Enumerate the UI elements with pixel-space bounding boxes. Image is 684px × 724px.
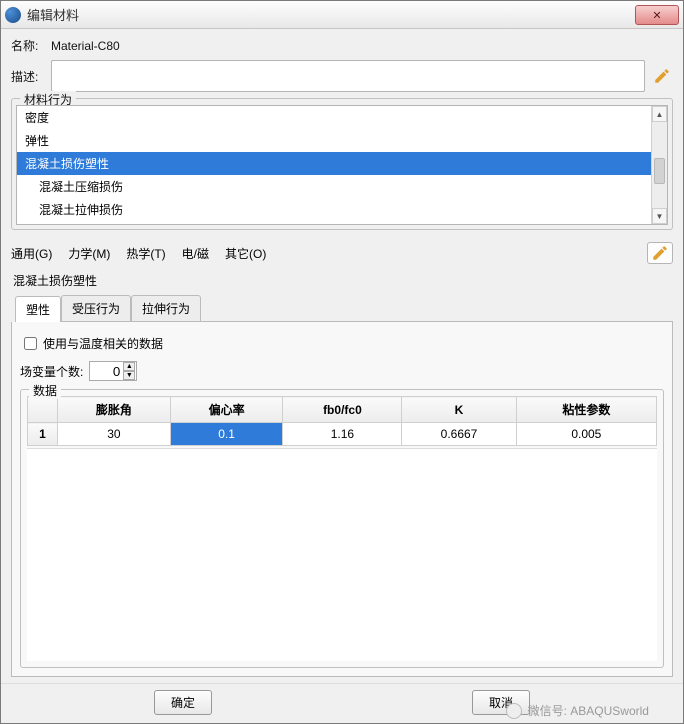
behavior-item[interactable]: 密度 [17, 106, 667, 129]
ok-button[interactable]: 确定 [154, 690, 212, 715]
col-dilation-angle[interactable]: 膨胀角 [58, 397, 171, 423]
scroll-up-icon[interactable]: ▲ [652, 106, 667, 122]
temperature-checkbox[interactable] [24, 337, 37, 350]
category-menu-bar: 通用(G) 力学(M) 热学(T) 电/磁 其它(O) [11, 242, 673, 264]
app-icon [5, 7, 21, 23]
table-cell[interactable]: 0.1 [170, 423, 283, 446]
menu-mechanical[interactable]: 力学(M) [68, 245, 110, 262]
table-cell[interactable]: 0.005 [516, 423, 656, 446]
row-header-blank [28, 397, 58, 423]
material-behavior-group: 材料行为 密度弹性混凝土损伤塑性混凝土压缩损伤混凝土拉伸损伤 ▲ ▼ [11, 98, 673, 230]
table-empty-area [27, 448, 657, 661]
field-count-up-icon[interactable]: ▲ [123, 362, 135, 371]
close-button[interactable] [635, 5, 679, 25]
name-label: 名称: [11, 37, 51, 54]
tab-tensile[interactable]: 拉伸行为 [131, 295, 201, 321]
watermark-icon [506, 703, 522, 719]
temperature-checkbox-label: 使用与温度相关的数据 [43, 335, 163, 352]
col-eccentricity[interactable]: 偏心率 [170, 397, 283, 423]
behavior-scrollbar[interactable]: ▲ ▼ [651, 106, 667, 224]
data-group: 数据 膨胀角 偏心率 fb0/fc0 K 粘性参数 1300.11.160.66… [20, 389, 664, 668]
scroll-down-icon[interactable]: ▼ [652, 208, 667, 224]
scroll-thumb[interactable] [654, 158, 665, 184]
title-bar: 编辑材料 [1, 1, 683, 29]
window-title: 编辑材料 [27, 5, 79, 24]
watermark-text: 微信号: ABAQUSworld [506, 702, 649, 719]
col-fb0fc0[interactable]: fb0/fc0 [283, 397, 402, 423]
edit-behavior-icon[interactable] [647, 242, 673, 264]
menu-other[interactable]: 其它(O) [225, 245, 266, 262]
table-cell[interactable]: 1.16 [283, 423, 402, 446]
material-name-value: Material-C80 [51, 39, 120, 53]
tab-compressive[interactable]: 受压行为 [61, 295, 131, 321]
data-table[interactable]: 膨胀角 偏心率 fb0/fc0 K 粘性参数 1300.11.160.66670… [27, 396, 657, 446]
col-viscosity[interactable]: 粘性参数 [516, 397, 656, 423]
table-row-header[interactable]: 1 [28, 423, 58, 446]
behavior-item[interactable]: 混凝土拉伸损伤 [17, 198, 667, 221]
plasticity-section-title: 混凝土损伤塑性 [13, 272, 673, 289]
field-count-label: 场变量个数: [20, 363, 83, 380]
plasticity-tabs: 塑性 受压行为 拉伸行为 [15, 295, 673, 322]
behavior-item[interactable]: 弹性 [17, 129, 667, 152]
tab-plasticity[interactable]: 塑性 [15, 296, 61, 322]
menu-thermal[interactable]: 热学(T) [126, 245, 165, 262]
behavior-item[interactable]: 混凝土压缩损伤 [17, 175, 667, 198]
col-k[interactable]: K [402, 397, 516, 423]
menu-general[interactable]: 通用(G) [11, 245, 52, 262]
behavior-list[interactable]: 密度弹性混凝土损伤塑性混凝土压缩损伤混凝土拉伸损伤 ▲ ▼ [16, 105, 668, 225]
behavior-item[interactable]: 混凝土损伤塑性 [17, 152, 667, 175]
menu-em[interactable]: 电/磁 [182, 245, 209, 262]
description-input[interactable] [51, 60, 645, 92]
data-group-title: 数据 [29, 382, 61, 399]
table-cell[interactable]: 30 [58, 423, 171, 446]
plasticity-panel: 使用与温度相关的数据 场变量个数: ▲ ▼ 数据 膨胀角 偏心率 [11, 322, 673, 677]
dialog-footer: 确定 取消 微信号: ABAQUSworld [1, 683, 683, 723]
field-count-down-icon[interactable]: ▼ [123, 371, 135, 380]
desc-label: 描述: [11, 68, 51, 85]
edit-description-icon[interactable] [651, 65, 673, 87]
table-cell[interactable]: 0.6667 [402, 423, 516, 446]
